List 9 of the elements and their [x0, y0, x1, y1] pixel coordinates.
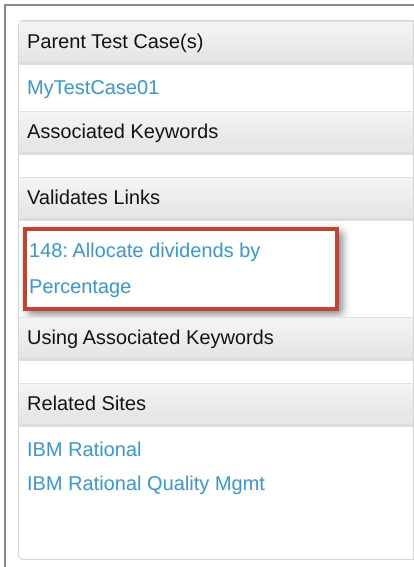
link[interactable]: IBM Rational Quality Mgmt — [27, 467, 405, 501]
link[interactable]: IBM Rational — [27, 433, 405, 467]
link[interactable]: 148: Allocate dividends by Percentage — [29, 233, 329, 305]
section-header: Using Associated Keywords — [19, 317, 413, 361]
section-header: Associated Keywords — [19, 111, 413, 155]
section-header: Validates Links — [19, 177, 413, 221]
section-header: Related Sites — [19, 383, 413, 427]
link[interactable]: MyTestCase01 — [27, 71, 405, 105]
section-header: Parent Test Case(s) — [19, 21, 413, 65]
